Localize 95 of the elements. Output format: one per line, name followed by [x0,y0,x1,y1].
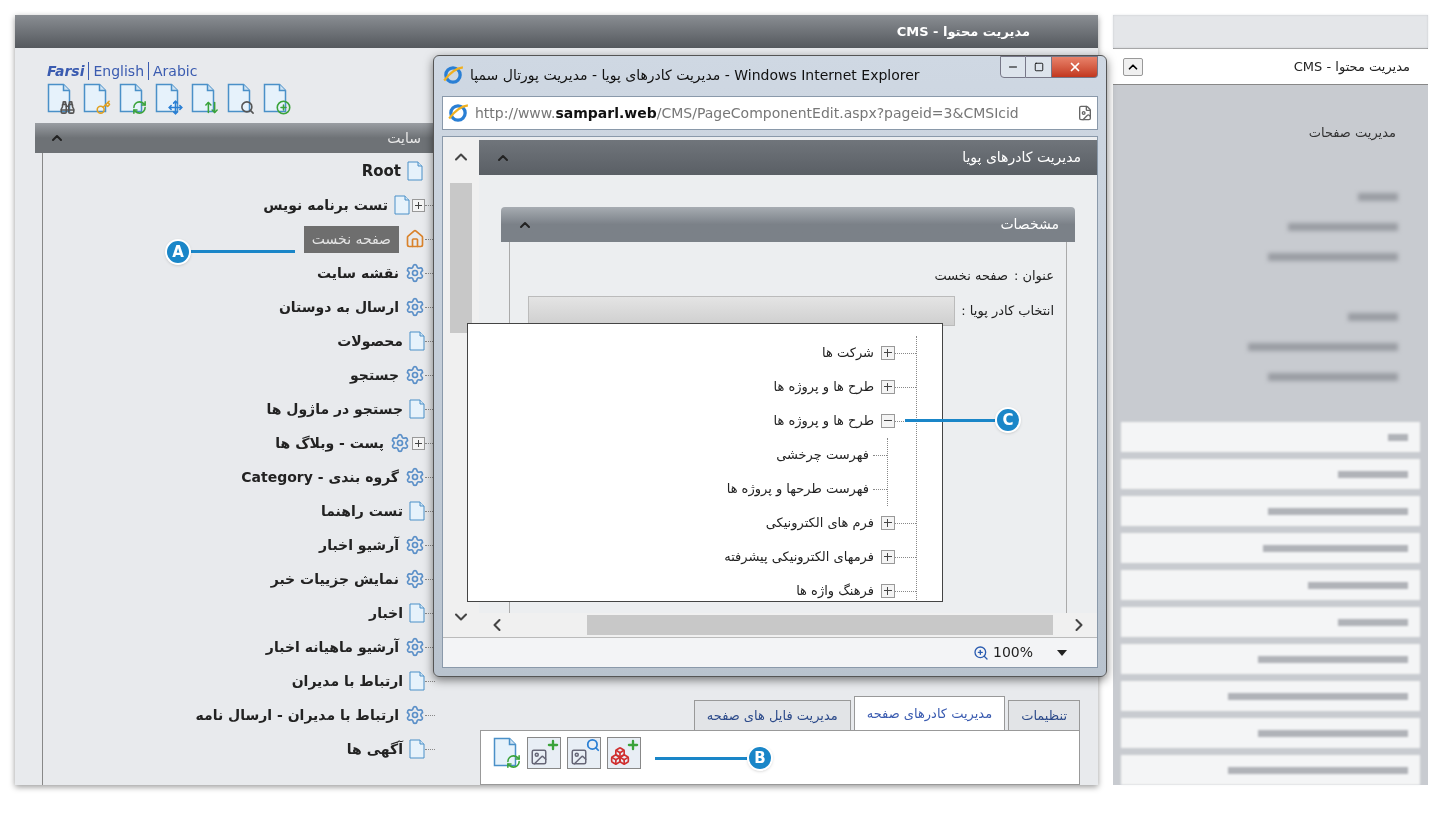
zoom-icon[interactable] [972,644,989,661]
minimize-button[interactable] [1000,56,1026,78]
scroll-thumb[interactable] [587,615,1053,635]
gear-icon [405,637,425,657]
tree-item[interactable]: ارتباط با مدیران - ارسال نامه [195,704,399,726]
tree-item[interactable]: صفحه نخست [303,225,399,253]
tree-item[interactable]: Root [361,159,401,183]
key-page-icon[interactable] [83,83,111,115]
ring-logo-icon [442,64,464,86]
dropdown-item[interactable]: طرح ها و پروژه ها [773,377,874,397]
tree-item[interactable]: جستجو در ماژول ها [266,398,403,420]
dropdown-item[interactable]: فهرست طرحها و پروژه ها [726,479,869,499]
language-link[interactable]: Arabic [148,62,202,80]
boxes-add-icon[interactable] [607,737,641,769]
ring-logo-icon [447,102,469,124]
tree-item[interactable]: اخبار [369,602,403,624]
image-add-icon[interactable] [527,737,561,769]
field-label: انتخاب کادر پویا : [961,301,1054,321]
tree-item[interactable]: ارتباط با مدیران [291,670,403,692]
gear-icon [405,467,425,487]
move-page-icon[interactable] [155,83,183,115]
expand-toggle[interactable] [881,380,895,394]
tab[interactable]: مدیریت کادرهای صفحه [853,696,1006,730]
select-field[interactable] [528,295,956,326]
gear-icon [405,365,425,385]
tree-item[interactable]: گروه بندی - Category [241,466,399,488]
tree-item[interactable]: تست برنامه نویس [263,194,388,216]
refresh-page-icon[interactable] [119,83,147,115]
sidebar-link[interactable]: مدیریت صفحات [1308,123,1396,143]
image-search-icon[interactable] [567,737,601,769]
gear-icon [405,535,425,555]
tree-item[interactable]: تست راهنما [320,500,403,522]
close-button[interactable] [1052,56,1098,78]
tree-item[interactable]: آگهی ها [346,738,403,760]
gear-icon [405,297,425,317]
gear-icon [390,433,410,453]
page-icon [409,603,425,623]
expand-toggle[interactable] [881,550,895,564]
expand-toggle[interactable] [881,346,895,360]
section-title: مدیریت کادرهای پویا [962,148,1081,168]
dropdown-item[interactable]: فرمهای الکترونیکی پیشرفته [724,547,874,567]
binoculars-page-icon[interactable] [47,83,75,115]
tree-item[interactable]: پست - وبلاگ ها [275,432,384,454]
tree-item[interactable]: آرشیو اخبار [319,534,399,556]
house-icon [405,229,425,249]
page-icon [409,739,425,759]
language-link[interactable]: English [88,62,148,80]
panel-title: سایت [387,128,421,148]
page-icon [409,671,425,691]
window-title: مدیریت کادرهای پویا - مدیریت پورتال سمپا - Windows Internet Explorer [470,65,920,86]
sidebar-title: مدیریت محتوا - CMS [1293,57,1410,77]
refresh-page-icon[interactable] [493,737,521,769]
add-page-icon[interactable] [263,83,291,115]
tab[interactable]: مدیریت فایل های صفحه [693,700,851,730]
expand-toggle[interactable] [881,584,895,598]
up-down-page-icon[interactable] [191,83,219,115]
expand-toggle[interactable] [412,436,425,450]
tree-item[interactable]: جستجو [350,364,399,386]
dropdown-item[interactable]: شرکت ها [822,343,874,363]
scroll-thumb[interactable] [450,183,472,333]
collapse-toggle[interactable] [881,414,895,428]
language-link[interactable]: Farsi [47,62,89,80]
tree-item[interactable]: نقشه سایت [316,262,399,284]
address-bar[interactable]: http://www.samparl.web/CMS/PageComponentEdit.aspx?pageid=3&CMSIcid [442,96,1098,130]
dropdown-item[interactable]: فرهنگ واژه ها [796,581,874,601]
horizontal-scrollbar[interactable] [479,613,1097,637]
page-icon[interactable] [1077,105,1093,121]
caret-icon[interactable] [1057,649,1067,656]
page-icon [407,161,423,181]
dropdown-item[interactable]: فرم های الکترونیکی [765,513,874,533]
top-bar-title: مدیریت محتوا - CMS [896,22,1030,41]
panel-title: مشخصات [1000,215,1059,234]
page-icon [409,501,425,521]
page-icon [409,399,425,419]
gear-icon [405,569,425,589]
tree-item[interactable]: ارسال به دوستان [278,296,399,318]
field-value: صفحه نخست [934,266,1008,285]
page-icon [409,331,425,351]
tree-item[interactable]: نمایش جزییات خبر [270,568,399,590]
maximize-button[interactable] [1026,56,1052,78]
field-label: عنوان : [1013,266,1054,286]
zoom-level[interactable]: 100% [992,642,1033,663]
url-text: http://www.samparl.web/CMS/PageComponentEdit.aspx?pageid=3&CMSIcid [475,103,1019,123]
gear-icon [405,705,425,725]
tab[interactable]: تنظیمات [1008,700,1080,730]
page-icon [394,195,410,215]
gear-icon [405,263,425,283]
maximize-icon[interactable] [1033,62,1044,72]
expand-toggle[interactable] [881,516,895,530]
dropdown-item[interactable]: طرح ها و پروژه ها [773,411,874,431]
tree-item[interactable]: آرشیو ماهیانه اخبار [265,636,399,658]
dropdown-item[interactable]: فهرست چرخشی [776,445,869,465]
expand-toggle[interactable] [412,198,425,212]
magnifier-page-icon[interactable] [227,83,255,115]
tree-item[interactable]: محصولات [337,330,403,352]
